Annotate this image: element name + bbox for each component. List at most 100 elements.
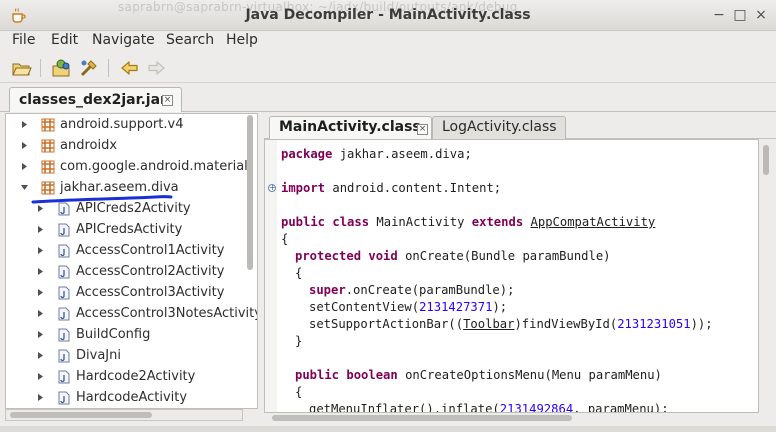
code-class-declaration: public class MainActivity extends AppCom… xyxy=(281,215,656,229)
window-title: Java Decompiler - MainActivity.class xyxy=(245,7,531,23)
toolbar-type-link[interactable]: Toolbar xyxy=(463,317,514,331)
scroll-thumb[interactable] xyxy=(272,415,572,421)
menu-file[interactable]: File xyxy=(12,32,35,48)
tree-item-package[interactable]: com.google.android.material xyxy=(6,157,248,178)
superclass-link[interactable]: AppCompatActivity xyxy=(531,215,656,229)
tab-classes-dex2jar[interactable]: classes_dex2jar.jar × xyxy=(9,87,182,112)
expand-arrow-icon[interactable] xyxy=(20,141,29,150)
expand-arrow-icon[interactable] xyxy=(36,372,45,381)
code-super-call: super.onCreate(paramBundle); xyxy=(309,283,515,297)
forward-icon[interactable] xyxy=(146,57,168,79)
scroll-thumb[interactable] xyxy=(763,145,769,175)
toolbar-separator xyxy=(108,59,109,77)
menu-help[interactable]: Help xyxy=(226,32,258,48)
code-editor[interactable]: + package jakhar.aseem.diva; import andr… xyxy=(264,139,759,413)
expand-arrow-icon[interactable] xyxy=(20,120,29,129)
code-import-line: import android.content.Intent; xyxy=(281,181,502,195)
tree-item-class[interactable]: DivaJni xyxy=(6,346,246,367)
tree-item-class[interactable]: AccessControl3NotesActivity xyxy=(6,304,257,325)
tree-item-class[interactable]: AccessControl2Activity xyxy=(6,262,246,283)
tree-item-label: jakhar.aseem.diva xyxy=(60,180,179,195)
code-brace: { xyxy=(295,266,303,280)
expand-arrow-icon[interactable] xyxy=(36,351,45,360)
tree-item-class[interactable]: HardcodeActivity xyxy=(6,388,246,408)
tree-item-class[interactable]: AccessControl3Activity xyxy=(6,283,246,304)
tree-item-label: APICredsActivity xyxy=(76,222,183,237)
open-type-hierarchy-icon[interactable] xyxy=(78,57,100,79)
tree-item-label: BuildConfig xyxy=(76,327,151,342)
close-window-icon[interactable]: × xyxy=(752,6,770,24)
tree-item-label: Hardcode2Activity xyxy=(76,369,196,384)
tree-item-class[interactable]: Hardcode2Activity xyxy=(6,367,246,388)
editor-vertical-scrollbar[interactable] xyxy=(759,139,774,413)
collapse-arrow-icon[interactable] xyxy=(20,183,29,192)
code-brace: { xyxy=(281,232,289,246)
class-file-icon xyxy=(58,391,70,405)
package-icon xyxy=(41,118,55,132)
expand-import-icon[interactable]: + xyxy=(268,184,276,192)
class-file-icon xyxy=(58,328,70,342)
package-tree: android.support.v4 androidx com.google.a… xyxy=(5,113,258,409)
tree-item-label: androidx xyxy=(60,138,118,153)
tree-item-label: DivaJni xyxy=(76,348,121,363)
tree-item-package[interactable]: android.support.v4 xyxy=(6,115,246,136)
code-brace: } xyxy=(295,334,303,348)
tab-label: MainActivity.class xyxy=(279,119,421,135)
editor-horizontal-scrollbar[interactable] xyxy=(264,413,759,424)
tree-item-label: AccessControl2Activity xyxy=(76,264,225,279)
code-oncreate-signature: protected void onCreate(Bundle paramBund… xyxy=(295,249,611,263)
tree-item-label: AccessControl3NotesActivity xyxy=(76,306,258,321)
archive-tab-bar: classes_dex2jar.jar × xyxy=(0,84,776,112)
expand-arrow-icon[interactable] xyxy=(36,288,45,297)
minimize-icon[interactable]: − xyxy=(710,6,728,24)
code-menu-signature: public boolean onCreateOptionsMenu(Menu … xyxy=(295,368,662,382)
class-file-icon xyxy=(58,307,70,321)
menu-search[interactable]: Search xyxy=(166,32,214,48)
class-file-icon xyxy=(58,349,70,363)
close-tab-icon[interactable]: × xyxy=(162,95,173,106)
tree-item-class[interactable]: APICredsActivity xyxy=(6,220,246,241)
tree-horizontal-scrollbar[interactable] xyxy=(5,409,243,421)
open-file-icon[interactable] xyxy=(10,57,32,79)
tab-label: LogActivity.class xyxy=(442,119,557,135)
tree-item-label: android.support.v4 xyxy=(60,117,184,132)
package-icon xyxy=(41,139,55,153)
expand-arrow-icon[interactable] xyxy=(36,393,45,402)
tree-item-label: AccessControl3Activity xyxy=(76,285,225,300)
class-file-icon xyxy=(58,244,70,258)
code-setsupportactionbar: setSupportActionBar((Toolbar)findViewByI… xyxy=(309,317,713,331)
expand-arrow-icon[interactable] xyxy=(36,330,45,339)
class-file-icon xyxy=(58,370,70,384)
tab-logactivity[interactable]: LogActivity.class xyxy=(432,116,566,139)
scroll-thumb[interactable] xyxy=(10,412,152,418)
annotation-underline xyxy=(31,195,173,204)
menu-bar: File Edit Navigate Search Help xyxy=(0,31,776,53)
expand-arrow-icon[interactable] xyxy=(36,309,45,318)
package-icon xyxy=(41,160,55,174)
expand-arrow-icon[interactable] xyxy=(36,246,45,255)
title-bar: saprabrn@saprabrn-virtualbox: ~/jadx/bui… xyxy=(0,0,776,31)
tree-item-class[interactable]: AccessControl1Activity xyxy=(6,241,246,262)
toolbar xyxy=(0,53,776,83)
maximize-icon[interactable]: □ xyxy=(731,6,749,24)
tab-mainactivity[interactable]: MainActivity.class × xyxy=(269,116,432,139)
expand-arrow-icon[interactable] xyxy=(36,225,45,234)
code-inflate-line: getMenuInflater().inflate(2131492864, pa… xyxy=(309,402,669,413)
class-file-icon xyxy=(58,265,70,279)
close-tab-icon[interactable]: × xyxy=(417,124,428,135)
expand-arrow-icon[interactable] xyxy=(36,267,45,276)
tree-item-label: HardcodeActivity xyxy=(76,390,188,405)
code-package-line: package jakhar.aseem.diva; xyxy=(281,147,472,161)
menu-edit[interactable]: Edit xyxy=(51,32,78,48)
class-file-icon xyxy=(58,286,70,300)
tree-item-package[interactable]: androidx xyxy=(6,136,246,157)
toolbar-separator xyxy=(40,59,41,77)
code-setcontentview: setContentView(2131427371); xyxy=(309,300,508,314)
scroll-thumb[interactable] xyxy=(247,115,253,270)
tree-item-class[interactable]: BuildConfig xyxy=(6,325,246,346)
expand-arrow-icon[interactable] xyxy=(20,162,29,171)
open-type-icon[interactable] xyxy=(50,57,72,79)
back-icon[interactable] xyxy=(118,57,140,79)
menu-navigate[interactable]: Navigate xyxy=(92,32,155,48)
tree-vertical-scrollbar[interactable] xyxy=(243,113,258,409)
